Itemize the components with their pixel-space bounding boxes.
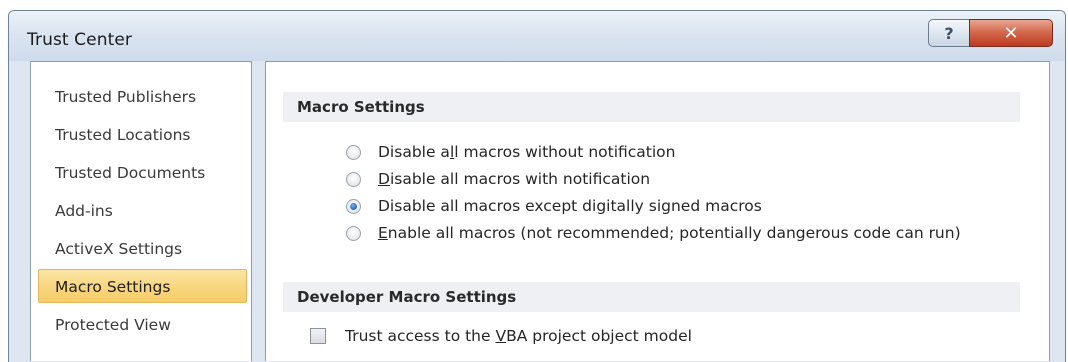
macro-settings-header: Macro Settings [283,92,1020,122]
radio-button[interactable] [346,172,361,187]
sidebar-item-trusted-publishers[interactable]: Trusted Publishers [38,79,247,113]
sidebar-item-trusted-documents[interactable]: Trusted Documents [38,155,247,189]
radio-disable-all-with-notification[interactable]: Disable all macros with notification [346,169,1026,189]
settings-content-panel: Macro Settings Disable all macros withou… [265,61,1050,361]
help-icon: ? [944,23,954,43]
dialog-title: Trust Center [27,30,132,50]
category-sidebar: Trusted Publishers Trusted Locations Tru… [30,61,252,361]
sidebar-item-trusted-locations[interactable]: Trusted Locations [38,117,247,151]
radio-label[interactable]: Enable all macros (not recommended; pote… [378,223,961,243]
radio-button-selected[interactable] [346,199,361,214]
developer-macro-settings-header: Developer Macro Settings [283,282,1020,312]
close-icon: ✕ [1003,22,1019,44]
radio-label[interactable]: Disable all macros except digitally sign… [378,196,762,216]
title-bar[interactable]: Trust Center ? ✕ [9,11,1065,61]
radio-enable-all[interactable]: Enable all macros (not recommended; pote… [346,223,1026,243]
sidebar-item-add-ins[interactable]: Add-ins [38,193,247,227]
checkbox-trust-vba-access[interactable]: Trust access to the VBA project object m… [310,327,692,345]
sidebar-item-protected-view[interactable]: Protected View [38,307,247,341]
radio-label[interactable]: Disable all macros without notification [378,142,675,162]
sidebar-item-macro-settings[interactable]: Macro Settings [38,269,247,303]
sidebar-item-activex-settings[interactable]: ActiveX Settings [38,231,247,265]
checkbox-label[interactable]: Trust access to the VBA project object m… [345,327,692,345]
radio-button[interactable] [346,145,361,160]
radio-label[interactable]: Disable all macros with notification [378,169,650,189]
help-button[interactable]: ? [928,19,970,47]
close-button[interactable]: ✕ [969,19,1053,47]
radio-disable-except-signed[interactable]: Disable all macros except digitally sign… [346,196,1026,216]
radio-selected-dot-icon [350,203,357,210]
radio-button[interactable] [346,226,361,241]
checkbox[interactable] [310,328,326,344]
radio-disable-all-no-notification[interactable]: Disable all macros without notification [346,142,1026,162]
